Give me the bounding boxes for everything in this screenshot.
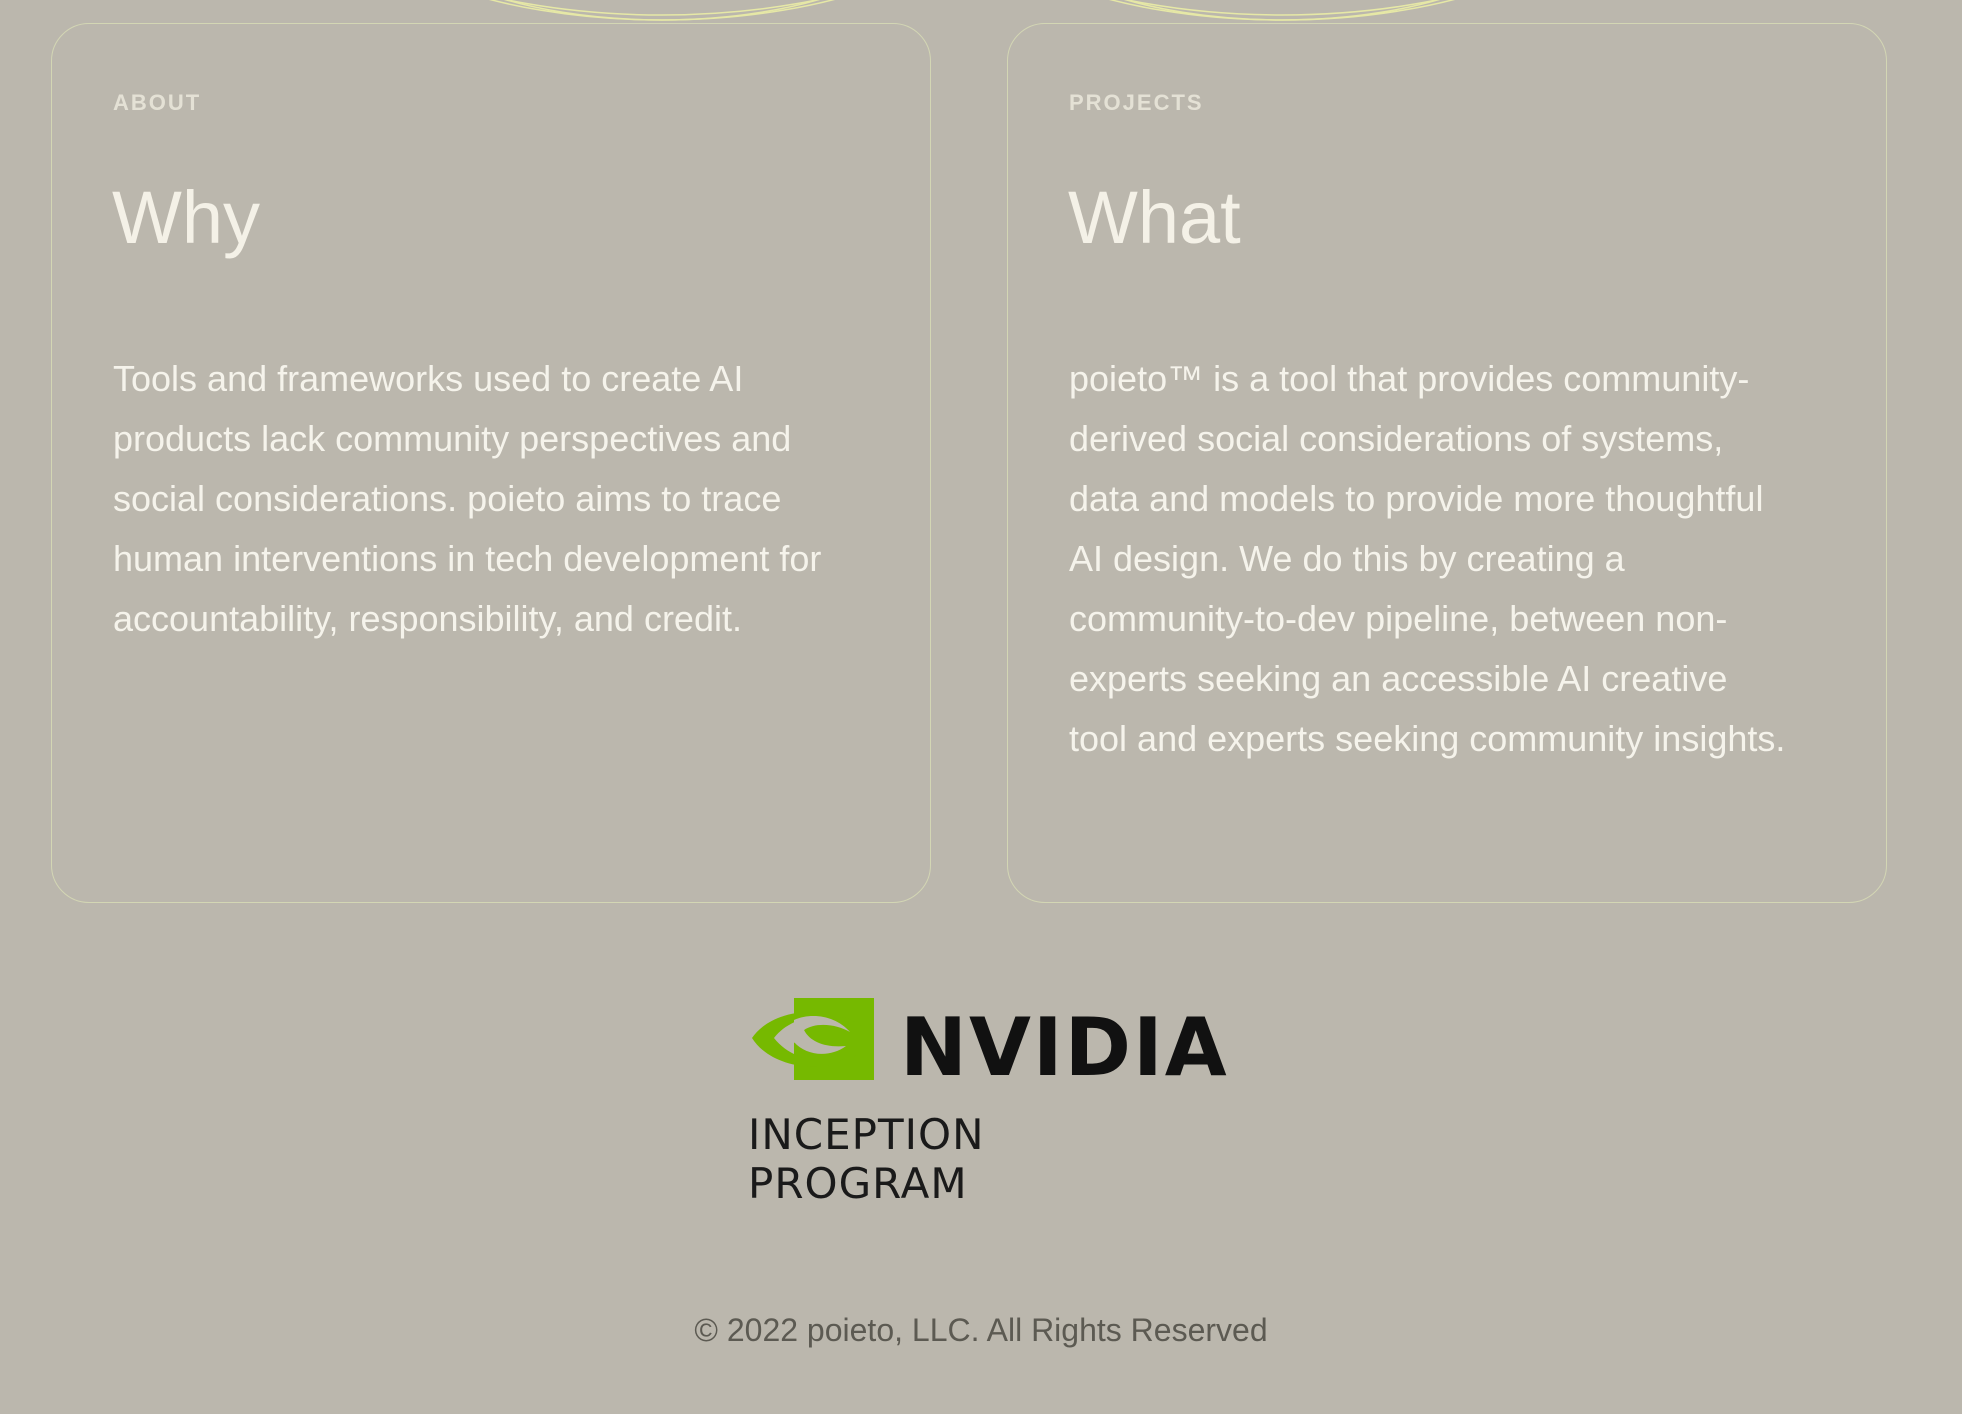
about-eyebrow: ABOUT <box>113 90 202 115</box>
copyright-text: © 2022 poieto, LLC. All Rights Reserved <box>694 1312 1268 1348</box>
nvidia-logo: NVIDIA ® <box>750 998 1227 1094</box>
inception-program-label: INCEPTION PROGRAM <box>748 1110 985 1208</box>
about-card: ABOUT Why Tools and frameworks used to c… <box>51 23 931 903</box>
projects-eyebrow: PROJECTS <box>1069 90 1204 115</box>
nvidia-eye-icon <box>752 998 874 1080</box>
projects-card: PROJECTS What poieto™ is a tool that pro… <box>1007 23 1887 903</box>
about-body: Tools and frameworks used to create AI p… <box>113 358 822 639</box>
nvidia-inception-logo[interactable]: NVIDIA ® INCEPTION PROGRAM <box>740 990 1227 1208</box>
about-title: Why <box>112 176 260 259</box>
projects-title: What <box>1068 176 1241 259</box>
nvidia-wordmark: NVIDIA <box>900 1001 1229 1094</box>
registered-mark: ® <box>1186 1052 1195 1066</box>
projects-body: poieto™ is a tool that provides communit… <box>1069 358 1786 759</box>
